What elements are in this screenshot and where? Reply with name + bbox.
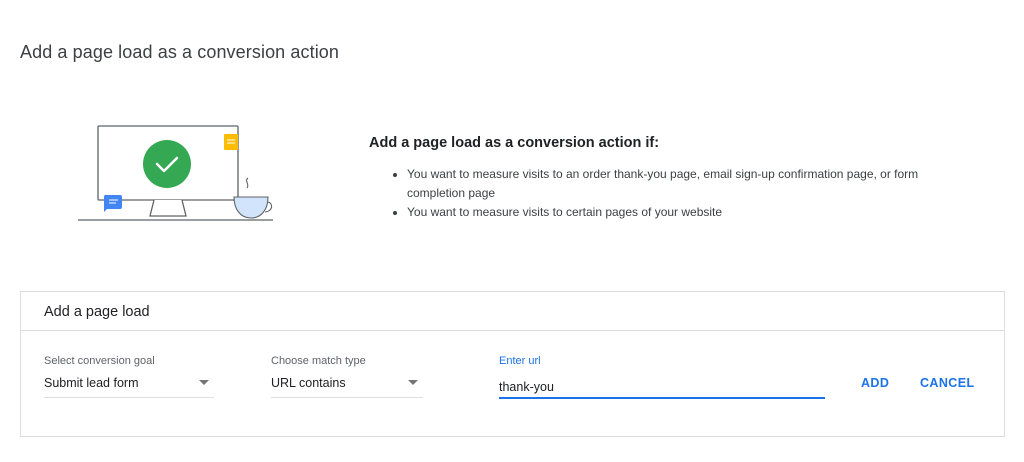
monitor-checkmark-illustration (78, 125, 273, 221)
conversion-goal-value: Submit lead form (44, 376, 139, 390)
check-circle-icon (143, 140, 191, 188)
conversion-goal-field: Select conversion goal Submit lead form (44, 355, 214, 398)
steam-icon (246, 177, 249, 189)
monitor-stand (149, 199, 187, 217)
cancel-button[interactable]: CANCEL (920, 376, 974, 390)
match-type-label: Choose match type (271, 355, 366, 367)
info-bullet: You want to measure visits to certain pa… (407, 203, 929, 222)
info-bullet: You want to measure visits to an order t… (407, 165, 929, 203)
match-type-field: Choose match type URL contains (271, 355, 423, 398)
info-bullet-list: You want to measure visits to an order t… (369, 165, 929, 222)
page-title: Add a page load as a conversion action (20, 42, 340, 62)
chevron-down-icon (199, 380, 209, 385)
url-label: Enter url (499, 355, 541, 367)
add-page-load-card: Add a page load Select conversion goal S… (20, 291, 1005, 437)
card-title: Add a page load (21, 292, 1004, 331)
url-input[interactable] (499, 376, 825, 399)
match-type-value: URL contains (271, 376, 346, 390)
url-field: Enter url (499, 355, 825, 399)
match-type-select[interactable]: URL contains (271, 376, 423, 398)
info-heading: Add a page load as a conversion action i… (369, 135, 660, 151)
add-button[interactable]: ADD (861, 376, 889, 390)
coffee-cup-icon (233, 196, 269, 219)
conversion-info: Add a page load as a conversion action i… (369, 135, 929, 222)
chevron-down-icon (408, 380, 418, 385)
conversion-goal-select[interactable]: Submit lead form (44, 376, 214, 398)
conversion-goal-label: Select conversion goal (44, 355, 155, 367)
sticky-note-icon (224, 134, 238, 150)
